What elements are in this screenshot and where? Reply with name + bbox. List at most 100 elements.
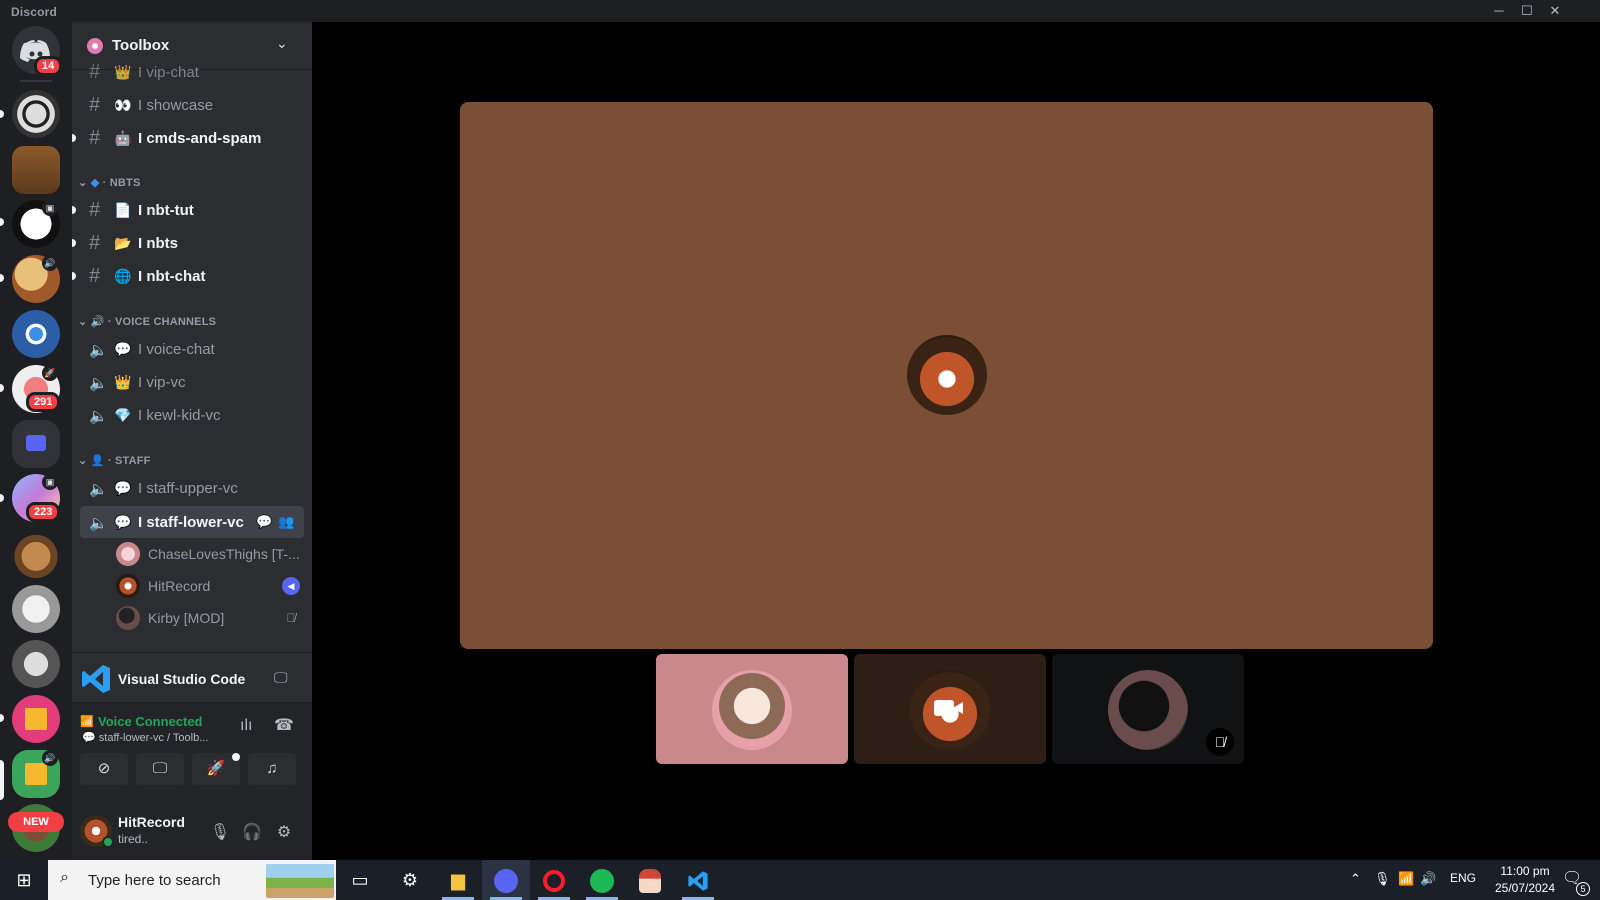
gear-icon: ⚙ <box>401 870 419 890</box>
channel-name: I cmds-and-spam <box>138 130 262 147</box>
user-panel: HitRecord tired.. 🎙 🎧 ⚙ <box>72 802 312 860</box>
focused-participant-tile[interactable] <box>460 102 1433 649</box>
server-rose[interactable] <box>12 90 60 138</box>
event-icon: ▣ <box>42 200 58 216</box>
server-planet[interactable] <box>12 310 60 358</box>
voice-location[interactable]: 💬 staff-lower-vc / Toolb... <box>82 731 208 744</box>
voice-channel-vip-vc[interactable]: 🔈 👑 I vip-vc <box>80 366 304 398</box>
camera-icon <box>934 697 964 719</box>
headphones-button[interactable]: 🎧 <box>238 819 266 847</box>
hash-icon: # <box>89 127 101 149</box>
channel-name: I nbt-tut <box>138 202 194 219</box>
channel-nbt-chat[interactable]: # 🌐 I nbt-chat <box>72 260 304 292</box>
microphone-button[interactable]: 🎙 <box>206 819 234 847</box>
page-emoji: 📄 <box>114 202 132 218</box>
spotify-icon <box>590 869 614 894</box>
muted-icon: 🎙̸ <box>1206 728 1234 756</box>
taskbar-search[interactable]: ⌕ Type here to search <box>48 860 336 900</box>
search-highlight-image <box>266 864 334 898</box>
chevron-up-icon[interactable]: ⌃ <box>1350 871 1361 887</box>
hash-icon: # <box>89 265 101 287</box>
voice-location-text: staff-lower-vc / Toolb... <box>98 732 209 744</box>
crown-emoji: 👑 <box>114 64 132 80</box>
settings-app[interactable]: ⚙ <box>386 860 434 900</box>
discord-app[interactable] <box>482 860 530 900</box>
screen-share-button[interactable]: 🖵 <box>136 753 184 785</box>
speech-bubble-icon: 💬 <box>82 732 96 744</box>
unread-pill <box>0 274 4 282</box>
voice-user-name: HitRecord <box>148 578 211 594</box>
folder-icon: ▆ <box>451 870 465 890</box>
vscode-icon <box>688 871 708 891</box>
category-voice-channels[interactable]: ⌄ 🔊 · VOICE CHANNELS <box>78 315 216 328</box>
soundboard-button[interactable]: ♫ <box>248 753 296 785</box>
clock[interactable]: 11:00 pm 25/07/2024 <box>1488 864 1562 895</box>
microphone-icon[interactable]: 🎙 <box>1374 871 1391 887</box>
category-staff[interactable]: ⌄ 👤 · STAFF <box>78 454 151 467</box>
screen-share-icon[interactable]: 🖵 <box>274 669 288 686</box>
noise-suppression-icon[interactable]: ılı <box>240 717 252 735</box>
voice-channel-staff-lower-vc[interactable]: 🔈 💬 I staff-lower-vc 💬 👥 <box>80 506 304 538</box>
channel-nbts[interactable]: # 📂 I nbts <box>72 227 304 259</box>
category-nbts[interactable]: ⌄ ◆ · NBTS <box>78 176 141 189</box>
close-button[interactable]: ✕ <box>1541 0 1569 22</box>
start-button[interactable]: ⊞ <box>0 860 48 900</box>
anime-app[interactable] <box>626 860 674 900</box>
server-folder[interactable] <box>12 420 60 468</box>
file-explorer-app[interactable]: ▆ <box>434 860 482 900</box>
participant-tile-kirby[interactable]: 🎙̸ <box>1052 654 1244 764</box>
activity-name: Visual Studio Code <box>118 671 246 687</box>
language-indicator[interactable]: ENG <box>1450 871 1476 885</box>
voice-channel-icon: 🔈 <box>89 408 108 425</box>
channel-vip-chat[interactable]: # 👑 I vip-chat <box>80 56 304 88</box>
spotify-app[interactable] <box>578 860 626 900</box>
channel-name: I vip-vc <box>138 374 186 391</box>
activity-panel[interactable]: Visual Studio Code 🖵 <box>72 652 312 702</box>
minimize-button[interactable]: ─ <box>1485 0 1513 22</box>
category-label: · VOICE CHANNELS <box>107 316 217 328</box>
unread-indicator <box>72 134 76 142</box>
gear-icon: ⚙ <box>276 824 292 841</box>
hash-icon: # <box>89 232 101 254</box>
task-view-button[interactable]: ▭ <box>336 860 384 900</box>
server-list: 14 ▣ 🔊 🚀 291 ▣ 223 🔊 NEW <box>0 22 72 860</box>
channel-showcase[interactable]: # 👀 I showcase <box>80 89 304 121</box>
settings-button[interactable]: ⚙ <box>270 819 298 847</box>
invite-user-icon[interactable]: 👥 <box>278 514 294 530</box>
voice-user-hitrecord[interactable]: HitRecord ◀ <box>116 572 304 600</box>
camera-off-button[interactable]: ⊘ <box>80 753 128 785</box>
voice-user-kirby[interactable]: Kirby [MOD] 🎙̸ <box>116 604 304 632</box>
participant-tile-chaselovesthighs[interactable] <box>656 654 848 764</box>
user-name[interactable]: HitRecord <box>118 814 185 830</box>
channel-name: I showcase <box>138 97 214 114</box>
channel-nbt-tut[interactable]: # 📄 I nbt-tut <box>72 194 304 226</box>
microphone-icon: 🎙 <box>209 824 231 841</box>
chat-bubble-icon[interactable]: 💬 <box>256 514 272 530</box>
home-notification-badge: 14 <box>34 56 63 76</box>
wifi-icon[interactable]: 📶 <box>1398 871 1414 887</box>
server-llama[interactable] <box>12 640 60 688</box>
chevron-down-icon: ⌄ <box>78 177 88 189</box>
windows-taskbar: ⊞ ⌕ Type here to search ▭ ⚙ ▆ ⌃ 🎙 📶 🔊 EN… <box>0 860 1600 900</box>
staff-icon: 👤 <box>90 455 105 467</box>
voice-channel-voice-chat[interactable]: 🔈 💬 I voice-chat <box>80 333 304 365</box>
volume-icon[interactable]: 🔊 <box>1420 871 1436 887</box>
maximize-button[interactable]: ☐ <box>1513 0 1541 22</box>
server-white-cat[interactable] <box>12 585 60 633</box>
opera-app[interactable] <box>530 860 578 900</box>
voice-channel-staff-upper-vc[interactable]: 🔈 💬 I staff-upper-vc <box>80 472 304 504</box>
voice-user-chaselovesthighs[interactable]: ChaseLovesThighs [T-... <box>116 540 304 568</box>
server-cat[interactable] <box>12 530 60 578</box>
vscode-app[interactable] <box>674 860 722 900</box>
participant-tile-hitrecord[interactable] <box>854 654 1046 764</box>
speaker-icon: 🔊 <box>90 316 105 328</box>
server-crafting-table[interactable] <box>12 146 60 194</box>
server-box-pink[interactable] <box>12 695 60 743</box>
disconnect-icon[interactable]: ☎ <box>274 715 294 735</box>
new-badge[interactable]: NEW <box>8 812 64 832</box>
channel-cmds-and-spam[interactable]: # 🤖 I cmds-and-spam <box>72 122 304 154</box>
voice-channel-kewl-kid-vc[interactable]: 🔈 💎 I kewl-kid-vc <box>80 399 304 431</box>
voice-status[interactable]: Voice Connected <box>98 714 203 729</box>
hash-icon: # <box>89 94 101 116</box>
unread-pill <box>0 110 4 118</box>
